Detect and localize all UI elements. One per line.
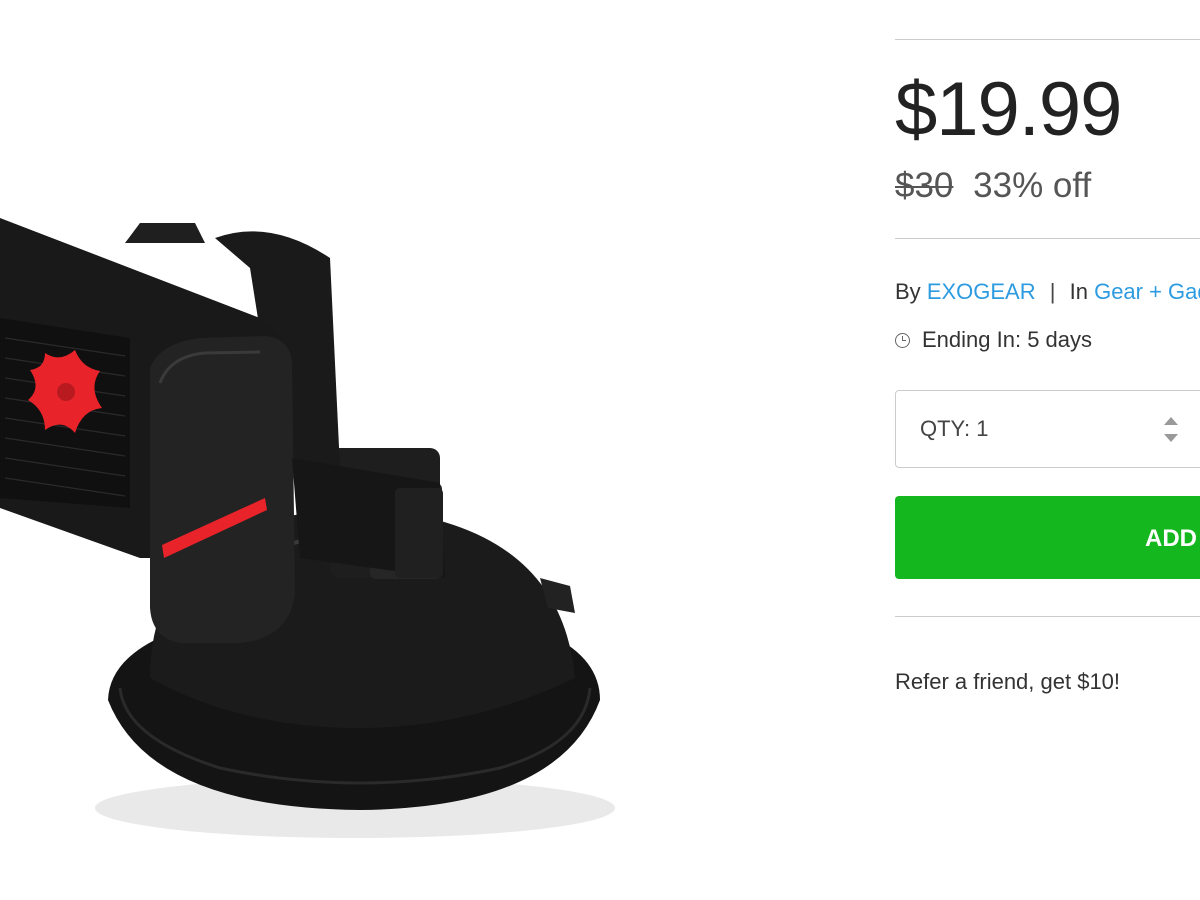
by-label: By	[895, 279, 921, 304]
clock-icon	[895, 332, 910, 348]
in-label: In	[1069, 279, 1088, 304]
meta-separator: |	[1049, 279, 1056, 304]
brand-link[interactable]: EXOGEAR	[927, 279, 1036, 304]
product-info-panel: $19.99 $30 33% off By EXOGEAR | In Gear …	[895, 0, 1200, 900]
quantity-label: QTY: 1	[920, 416, 989, 441]
quantity-select[interactable]: QTY: 1	[895, 390, 1200, 468]
chevron-up-icon[interactable]	[1164, 417, 1178, 425]
ending-in-row: Ending In: 5 days	[895, 326, 1092, 354]
vendor-category-row: By EXOGEAR | In Gear + Gadgets	[895, 278, 1200, 306]
price-divider	[895, 238, 1200, 239]
refer-friend-text[interactable]: Refer a friend, get $10!	[895, 668, 1120, 696]
ending-in-text: Ending In: 5 days	[922, 327, 1093, 352]
product-image	[0, 38, 775, 900]
sale-price: $19.99	[895, 67, 1122, 152]
product-page: $19.99 $30 33% off By EXOGEAR | In Gear …	[0, 0, 1200, 900]
stepper-arrows-icon[interactable]	[1164, 417, 1178, 443]
add-to-cart-button[interactable]: ADD TO CART	[895, 496, 1200, 579]
chevron-down-icon[interactable]	[1164, 434, 1178, 442]
original-price: $30	[895, 166, 954, 205]
bottom-divider	[895, 616, 1200, 617]
top-divider	[895, 39, 1200, 40]
price-comparison: $30 33% off	[895, 166, 1091, 206]
discount-label: 33% off	[973, 166, 1092, 205]
category-link[interactable]: Gear + Gadgets	[1094, 279, 1200, 304]
